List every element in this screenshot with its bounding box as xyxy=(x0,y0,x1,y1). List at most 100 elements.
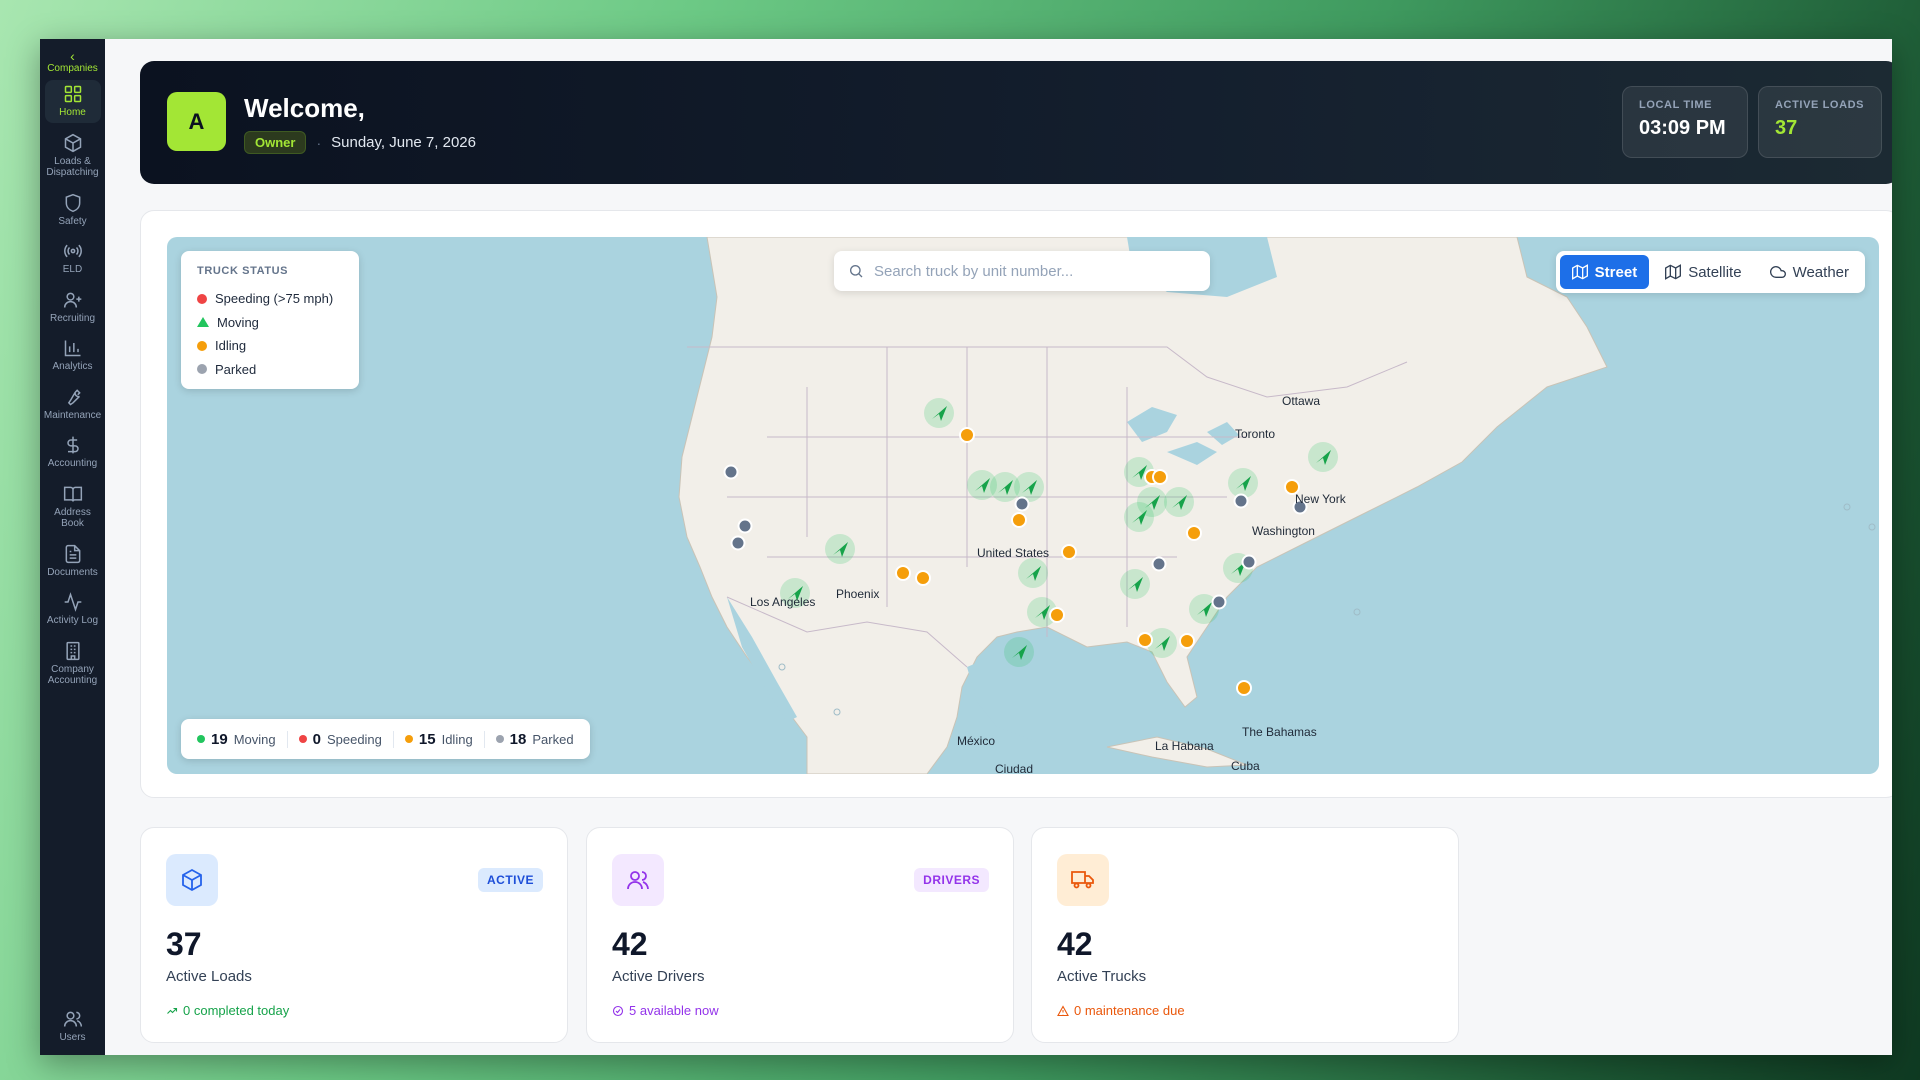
shield-icon xyxy=(65,193,80,212)
broadcast-icon xyxy=(63,244,82,258)
avatar[interactable]: A xyxy=(167,92,226,151)
box-icon xyxy=(182,868,202,892)
card-value: 42 xyxy=(612,926,648,962)
legend-item-speeding: Speeding (>75 mph) xyxy=(197,287,343,311)
count-moving: 19 Moving xyxy=(197,730,288,748)
truck-marker-idling[interactable] xyxy=(1137,632,1153,648)
app-window: ‹ Companies Home Loads & Dispatching Saf… xyxy=(40,39,1892,1055)
legend-item-parked: Parked xyxy=(197,358,343,382)
truck-marker-parked[interactable] xyxy=(723,464,739,480)
truck-marker-parked[interactable] xyxy=(1151,556,1167,572)
truck-marker-idling[interactable] xyxy=(1186,525,1202,541)
chevron-left-icon: ‹ xyxy=(70,48,75,64)
alert-triangle-icon xyxy=(1057,1004,1069,1016)
truck-marker-idling[interactable] xyxy=(1236,680,1252,696)
local-time-value: 03:09 PM xyxy=(1639,117,1726,139)
city-label: The Bahamas xyxy=(1242,725,1317,739)
legend-item-idling: Idling xyxy=(197,334,343,358)
truck-marker-idling[interactable] xyxy=(915,570,931,586)
count-parked: 18 Parked xyxy=(485,731,574,748)
map-icon xyxy=(1571,264,1588,280)
active-trucks-card[interactable]: 42 Active Trucks 0 maintenance due xyxy=(1031,827,1459,1043)
sidebar-item-address-book[interactable]: Address Book xyxy=(45,480,101,534)
truck-marker-parked[interactable] xyxy=(1233,493,1249,509)
truck-marker-parked[interactable] xyxy=(1241,554,1257,570)
city-label: Cuba xyxy=(1231,759,1260,773)
cloud-icon xyxy=(1769,266,1786,279)
truck-marker-idling[interactable] xyxy=(895,565,911,581)
truck-icon xyxy=(1071,871,1094,889)
sidebar-item-activity-log[interactable]: Activity Log xyxy=(45,588,101,631)
fleet-map[interactable]: Ottawa Toronto New York Washington Unite… xyxy=(167,237,1879,774)
truck-marker-moving[interactable] xyxy=(1228,468,1258,498)
truck-marker-parked[interactable] xyxy=(730,535,746,551)
truck-marker-parked[interactable] xyxy=(737,518,753,534)
active-drivers-card[interactable]: DRIVERS 42 Active Drivers 5 available no… xyxy=(586,827,1014,1043)
truck-marker-idling[interactable] xyxy=(1061,544,1077,560)
truck-marker-parked[interactable] xyxy=(1211,594,1227,610)
legend-item-moving: Moving xyxy=(197,311,343,335)
role-badge: Owner xyxy=(244,131,307,154)
city-label: Phoenix xyxy=(836,587,880,601)
truck-marker-idling[interactable] xyxy=(1152,469,1168,485)
truck-marker-moving[interactable] xyxy=(1164,487,1194,517)
sidebar-item-analytics[interactable]: Analytics xyxy=(45,334,101,377)
sidebar-item-eld[interactable]: ELD xyxy=(45,237,101,280)
sidebar-item-accounting[interactable]: Accounting xyxy=(45,431,101,474)
truck-marker-idling[interactable] xyxy=(1049,607,1065,623)
check-circle-icon xyxy=(612,1005,624,1016)
truck-marker-parked[interactable] xyxy=(1014,496,1030,512)
search-input[interactable] xyxy=(874,262,1174,280)
truck-marker-moving[interactable] xyxy=(1137,487,1167,517)
truck-marker-idling[interactable] xyxy=(1011,512,1027,528)
satellite-view-button[interactable]: Satellite xyxy=(1653,255,1753,289)
sidebar-item-users[interactable]: Users xyxy=(45,1005,101,1048)
role-date-row: Owner · Sunday, June 7, 2026 xyxy=(244,131,476,154)
truck-marker-moving[interactable] xyxy=(1018,558,1048,588)
sidebar-item-company-accounting[interactable]: Company Accounting xyxy=(45,637,101,691)
truck-marker-idling[interactable] xyxy=(959,427,975,443)
city-label: Toronto xyxy=(1235,427,1276,441)
city-label: México xyxy=(957,734,996,748)
truck-search xyxy=(834,251,1210,291)
dollar-icon xyxy=(66,436,79,454)
city-label: New York xyxy=(1295,492,1346,506)
street-view-button[interactable]: Street xyxy=(1559,255,1650,289)
card-label: Active Drivers xyxy=(612,968,705,985)
main-content: A Welcome, Owner · Sunday, June 7, 2026 … xyxy=(105,39,1892,1055)
truck-marker-moving[interactable] xyxy=(1308,442,1338,472)
truck-marker-moving[interactable] xyxy=(924,398,954,428)
city-label: Ciudad xyxy=(995,762,1034,774)
active-loads-card[interactable]: ACTIVE 37 Active Loads 0 completed today xyxy=(140,827,568,1043)
book-icon xyxy=(63,486,82,502)
truck-marker-idling[interactable] xyxy=(1179,633,1195,649)
status-badge: DRIVERS xyxy=(914,868,989,892)
sidebar-item-maintenance[interactable]: Maintenance xyxy=(44,383,101,426)
search-icon xyxy=(850,265,863,278)
sidebar-item-safety[interactable]: Safety xyxy=(45,189,101,232)
building-icon xyxy=(65,641,80,660)
truck-marker-moving[interactable] xyxy=(825,534,855,564)
trending-up-icon xyxy=(167,1007,178,1014)
back-to-companies[interactable]: ‹ Companies xyxy=(43,49,103,74)
status-badge: ACTIVE xyxy=(477,868,543,892)
separator: · xyxy=(316,134,322,151)
weather-view-button[interactable]: Weather xyxy=(1758,255,1861,289)
city-label: United States xyxy=(977,546,1050,560)
sidebar-item-documents[interactable]: Documents xyxy=(45,540,101,583)
card-subtext: 0 maintenance due xyxy=(1057,1003,1185,1018)
truck-markers xyxy=(723,398,1338,696)
sidebar-item-recruiting[interactable]: Recruiting xyxy=(45,286,101,329)
card-label: Active Loads xyxy=(166,968,252,985)
truck-marker-moving[interactable] xyxy=(1004,637,1034,667)
count-idling: 15 Idling xyxy=(394,730,485,748)
wrench-icon xyxy=(67,388,81,405)
box-icon xyxy=(64,133,81,152)
active-loads-box: ACTIVE LOADS 37 xyxy=(1758,86,1882,158)
triangle-icon xyxy=(197,317,209,328)
sidebar-item-loads[interactable]: Loads & Dispatching xyxy=(45,129,101,183)
city-label: Ottawa xyxy=(1282,394,1321,408)
current-date: Sunday, June 7, 2026 xyxy=(331,134,476,151)
truck-marker-moving[interactable] xyxy=(1120,569,1150,599)
sidebar-item-home[interactable]: Home xyxy=(44,80,101,123)
